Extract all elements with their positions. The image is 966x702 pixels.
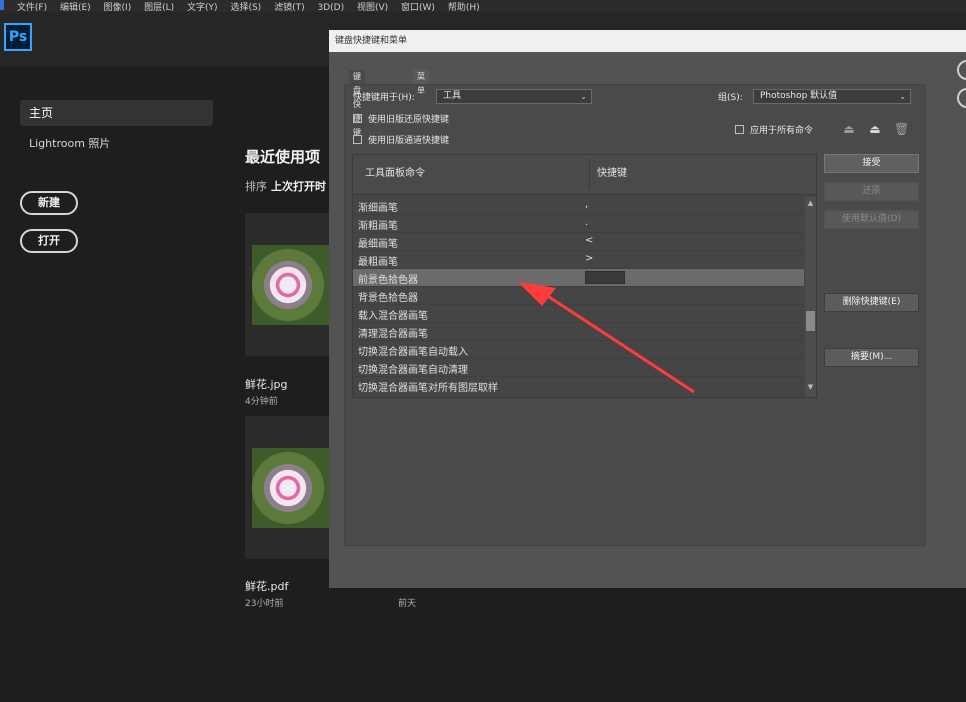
file-thumbnail [252,245,332,325]
table-rows: 渐细画笔, 渐粗画笔. 最细画笔 < 最粗画笔 > 前景色拾色器 背景色拾色器 载入… [353,197,804,397]
sort-label: 排序 [245,180,267,193]
table-row[interactable]: 背景色拾色器 [353,287,804,305]
sort-value[interactable]: 上次打开时 [271,180,326,193]
row-command: 背景色拾色器 [358,293,418,304]
table-row-selected[interactable]: 前景色拾色器 [353,269,804,287]
recent-file-name[interactable]: 鲜花.jpg [245,376,288,392]
row-command: 前景色拾色器 [358,275,418,286]
menu-view[interactable]: 视图(V) [357,3,388,12]
row-command: 切换混合器画笔自动清理 [358,365,468,376]
row-shortcut: > [585,253,594,264]
menu-edit[interactable]: 编辑(E) [60,3,91,12]
tab-keyboard-shortcuts[interactable]: 键盘快捷键 [349,70,365,137]
new-set-icon[interactable]: ⏏ [868,122,882,136]
accept-button[interactable]: 接受 [824,154,919,173]
menu-image[interactable]: 图像(I) [104,3,132,12]
legacy-channel-checkbox[interactable] [353,135,362,144]
open-button[interactable]: 打开 [20,229,78,253]
table-row[interactable]: 渐粗画笔. [353,215,804,233]
row-command: 渐细画笔 [358,203,398,214]
table-row[interactable]: 清理混合器画笔 [353,323,804,341]
menu-bar: 文件(F) 编辑(E) 图像(I) 图层(L) 文字(Y) 选择(S) 滤镜(T… [0,0,966,12]
table-row[interactable]: 切换混合器画笔对所有图层取样 [353,377,804,395]
row-shortcut: . [585,217,589,228]
legacy-channel-label: 使用旧版通道快捷键 [368,136,450,146]
use-default-button[interactable]: 使用默认值(D) [824,210,919,229]
legacy-undo-label: 使用旧版还原快捷键 [368,115,450,125]
row-command: 最细画笔 [358,239,398,250]
sidebar-item-lightroom[interactable]: Lightroom 照片 [29,135,110,151]
shortcut-input[interactable] [585,271,625,284]
row-command: 切换混合器画笔自动载入 [358,347,468,358]
row-command: 渐粗画笔 [358,221,398,232]
menu-help[interactable]: 帮助(H) [448,3,480,12]
table-row[interactable]: 最细画笔 < [353,233,804,251]
column-divider [589,159,590,189]
row-shortcut: < [585,235,594,246]
row-command: 清理混合器画笔 [358,329,428,340]
tab-menus[interactable]: 菜单 [413,70,429,95]
menu-bar-edge [0,0,4,10]
apply-all-checkbox[interactable] [735,125,744,134]
ok-circle-button[interactable] [957,60,966,80]
table-row[interactable]: 切换混合器画笔自动清理 [353,359,804,377]
row-command: 载入混合器画笔 [358,311,428,322]
set-select[interactable]: Photoshop 默认值 ⌄ [753,89,911,104]
table-row[interactable]: 渐细画笔, [353,197,804,215]
row-command: 最粗画笔 [358,257,398,268]
new-button[interactable]: 新建 [20,191,78,215]
table-row[interactable]: 切换混合器画笔自动载入 [353,341,804,359]
menu-filter[interactable]: 滤镜(T) [274,3,305,12]
undo-button[interactable]: 还原 [824,182,919,201]
scroll-up-icon[interactable]: ▲ [805,199,816,207]
chevron-down-icon: ⌄ [580,92,587,101]
trash-icon[interactable]: 🗑 [894,122,909,136]
menu-type[interactable]: 文字(Y) [187,3,218,12]
apply-all-label: 应用于所有命令 [750,126,814,136]
shortcuts-for-select[interactable]: 工具 ⌄ [436,89,592,104]
keyboard-shortcuts-dialog: 键盘快捷键和菜单 键盘快捷键 菜单 快捷键用于(H): 工具 ⌄ 组(S): P… [329,30,966,588]
chevron-down-icon: ⌄ [899,92,906,101]
table-scrollbar[interactable]: ▲ ▼ [805,197,816,397]
col-command-header: 工具面板命令 [365,168,425,179]
dialog-title: 键盘快捷键和菜单 [329,30,966,52]
table-header: 工具面板命令 快捷键 [353,155,816,195]
file-thumbnail [252,448,332,528]
table-row[interactable]: 最粗画笔 > [353,251,804,269]
recent-file-time: 前天 [398,599,417,609]
shortcuts-for-label: 快捷键用于(H): [353,93,415,103]
photoshop-logo: Ps [4,23,32,51]
summarize-button[interactable]: 摘要(M)... [824,348,919,367]
sort-row: 排序 上次打开时 [245,178,326,194]
recent-file-time: 4分钟前 [245,397,278,407]
legacy-undo-checkbox[interactable] [353,114,362,123]
row-command: 切换混合器画笔对所有图层取样 [358,383,498,394]
recent-title: 最近使用项 [245,148,321,166]
home-sidebar [0,66,230,702]
col-shortcut-header: 快捷键 [597,168,627,179]
menu-layer[interactable]: 图层(L) [144,3,174,12]
set-value: Photoshop 默认值 [760,91,838,101]
scroll-down-icon[interactable]: ▼ [805,383,816,391]
save-set-icon[interactable]: ⏏ [842,122,856,136]
shortcuts-for-value: 工具 [443,91,462,101]
delete-shortcut-button[interactable]: 删除快捷键(E) [824,293,919,312]
sidebar-item-home[interactable]: 主页 [20,100,213,126]
row-shortcut: , [585,199,589,210]
set-label: 组(S): [718,93,743,103]
shortcuts-table: 工具面板命令 快捷键 渐细画笔, 渐粗画笔. 最细画笔 < 最粗画笔 > 前景色拾色… [352,154,817,398]
menu-3d[interactable]: 3D(D) [317,3,344,12]
menu-file[interactable]: 文件(F) [17,3,47,12]
cancel-circle-button[interactable] [957,88,966,108]
menu-window[interactable]: 窗口(W) [401,3,435,12]
recent-file-time: 23小时前 [245,599,284,609]
menu-select[interactable]: 选择(S) [230,3,261,12]
scrollbar-thumb[interactable] [806,311,815,331]
table-row[interactable]: 载入混合器画笔 [353,305,804,323]
recent-file-name[interactable]: 鲜花.pdf [245,578,288,594]
